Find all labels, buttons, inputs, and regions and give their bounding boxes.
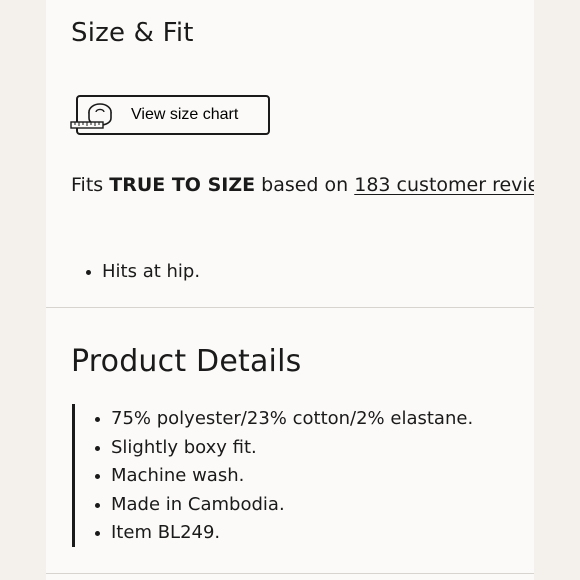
fit-notes-list: Hits at hip.	[80, 258, 200, 287]
fit-prefix: Fits	[71, 174, 104, 196]
detail-item: Slightly boxy fit.	[89, 434, 473, 463]
fit-summary: Fits TRUE TO SIZE based on 183 customer …	[71, 174, 534, 196]
product-details-title: Product Details	[71, 344, 302, 379]
details-accent-rule	[72, 404, 75, 547]
detail-item: Item BL249.	[89, 519, 473, 548]
fit-note-item: Hits at hip.	[80, 258, 200, 287]
detail-item: 75% polyester/23% cotton/2% elastane.	[89, 405, 473, 434]
fit-verdict: TRUE TO SIZE	[109, 174, 256, 196]
section-divider	[46, 573, 534, 574]
product-info-panel: Size & Fit View size chart Fits TRUE TO …	[46, 0, 534, 580]
view-size-chart-label: View size chart	[131, 106, 239, 123]
product-details-list: 75% polyester/23% cotton/2% elastane. Sl…	[89, 405, 473, 548]
measuring-tape-icon	[70, 103, 112, 129]
section-divider	[46, 307, 534, 308]
detail-item: Machine wash.	[89, 462, 473, 491]
size-fit-title: Size & Fit	[71, 18, 194, 48]
detail-item: Made in Cambodia.	[89, 491, 473, 520]
product-details-block: 75% polyester/23% cotton/2% elastane. Sl…	[72, 404, 512, 548]
fit-middle: based on	[261, 174, 349, 196]
customer-reviews-link[interactable]: 183 customer reviews	[354, 174, 534, 196]
view-size-chart-button[interactable]: View size chart	[70, 95, 270, 135]
page: Size & Fit View size chart Fits TRUE TO …	[0, 0, 580, 580]
